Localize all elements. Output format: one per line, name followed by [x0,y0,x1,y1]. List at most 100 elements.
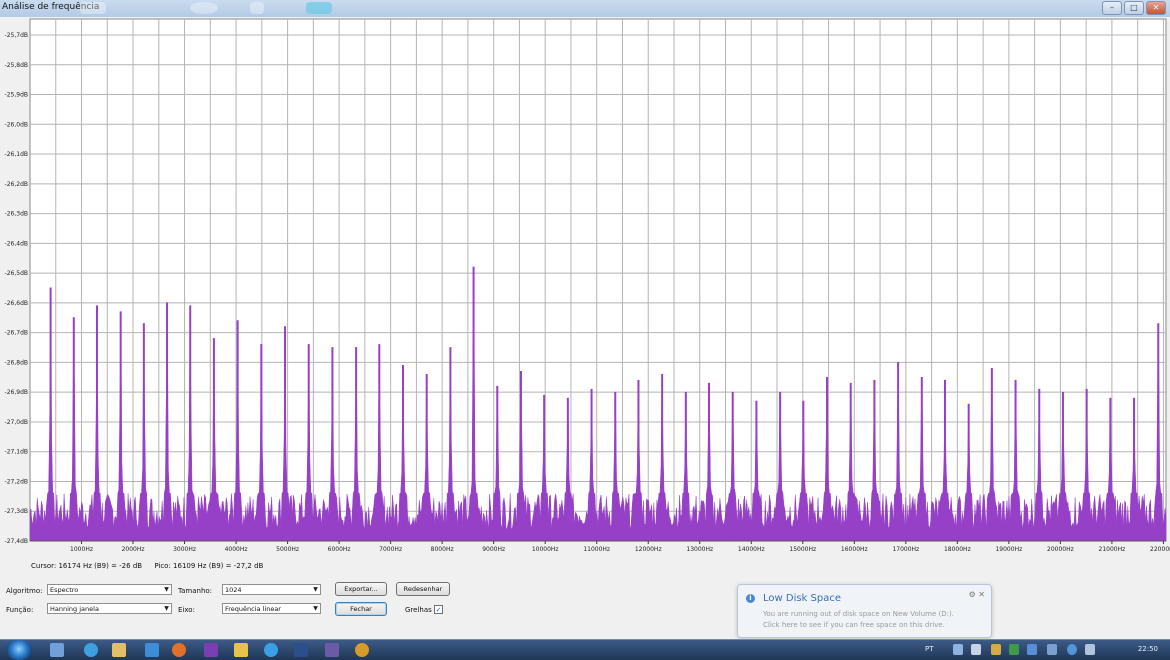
explorer-icon[interactable] [50,643,64,657]
chevron-down-icon: ▼ [164,605,169,612]
background-app-icon [80,2,106,14]
size-value: 1024 [225,586,242,594]
notification-title: Low Disk Space [763,593,842,604]
size-select[interactable]: 1024 ▼ [222,584,321,595]
x-tick-label: 16000Hz [841,546,868,553]
chevron-down-icon: ▼ [313,586,318,593]
axis-label: Eixo: [178,606,195,614]
notification-line: Click here to see if you can free space … [763,621,945,629]
low-disk-space-notification[interactable]: i Low Disk Space ⚙ ✕ You are running out… [737,584,992,638]
folder-icon[interactable] [234,643,248,657]
redraw-button[interactable]: Redesenhar [396,582,450,596]
tray-arrow-icon[interactable] [953,644,963,655]
tray-app-icon[interactable] [1067,644,1077,655]
function-select[interactable]: Hanning janela ▼ [47,603,172,614]
y-tick-label: -27,3dB [5,508,28,515]
algorithm-select[interactable]: Espectro ▼ [47,584,172,595]
y-tick-label: -25,7dB [5,32,28,39]
axis-select[interactable]: Frequência linear ▼ [222,603,321,614]
export-button[interactable]: Exportar... [335,582,387,596]
skype-icon[interactable] [264,643,278,657]
status-line: Cursor: 16174 Hz (B9) = -26 dB Pico: 161… [31,562,273,570]
background-app-icon [190,2,218,14]
size-label: Tamanho: [178,587,213,595]
x-tick-label: 19000Hz [995,546,1022,553]
y-tick-label: -25,8dB [5,62,28,69]
x-tick-label: 13000Hz [686,546,713,553]
minimize-icon[interactable]: – [1102,1,1122,15]
y-tick-label: -27,2dB [5,478,28,485]
headphones-icon[interactable] [355,643,369,657]
tray-drive-icon[interactable] [971,644,981,655]
app-icon[interactable] [294,643,308,657]
grid-checkbox[interactable]: ✓ [434,605,443,614]
tray-network-icon[interactable] [1027,644,1037,655]
y-tick-label: -26,3dB [5,211,28,218]
x-tick-label: 9000Hz [482,546,505,553]
grid-label: Grelhas [405,606,432,614]
info-icon: i [746,594,755,603]
function-label: Função: [6,606,34,614]
y-tick-label: -27,0dB [5,419,28,426]
notification-close-icon[interactable]: ⚙ ✕ [969,590,985,599]
y-tick-label: -25,9dB [5,92,28,99]
x-tick-label: 5000Hz [276,546,299,553]
y-tick-label: -26,1dB [5,151,28,158]
tray-flag-icon[interactable] [1085,644,1095,655]
y-tick-label: -26,9dB [5,389,28,396]
spectrum-chart-svg[interactable]: -25,7dB -25,8dB -25,9dB -26,0dB -26,1dB -26,2… [0,17,1170,557]
x-tick-label: 17000Hz [892,546,919,553]
browser-icon[interactable] [84,643,98,657]
x-tick-label: 4000Hz [225,546,248,553]
background-app-icon [250,2,264,14]
axis-value: Frequência linear [225,605,281,613]
y-tick-label: -26,2dB [5,181,28,188]
folder-icon[interactable] [112,643,126,657]
peak-readout: Pico: 16109 Hz (B9) = -27,2 dB [154,562,264,570]
x-tick-label: 14000Hz [738,546,765,553]
y-tick-label: -27,1dB [5,449,28,456]
x-tick-label: 7000Hz [379,546,402,553]
x-tick-label: 11000Hz [583,546,610,553]
y-tick-label: -26,7dB [5,330,28,337]
clock[interactable]: 22:50 [1138,645,1158,653]
taskbar: PT 22:50 [0,639,1170,660]
chevron-down-icon: ▼ [164,586,169,593]
spectrum-plot[interactable]: -25,7dB -25,8dB -25,9dB -26,0dB -26,1dB -26,2… [0,17,1170,557]
x-tick-label: 20000Hz [1047,546,1074,553]
x-tick-label: 1000Hz [70,546,93,553]
x-tick-label: 22000Hz [1150,546,1170,553]
algorithm-label: Algoritmo: [6,587,43,595]
close-icon[interactable]: ✕ [1146,1,1166,15]
x-tick-label: 2000Hz [122,546,145,553]
y-tick-label: -26,6dB [5,300,28,307]
start-button[interactable] [6,640,32,660]
media-icon[interactable] [145,643,159,657]
x-tick-label: 18000Hz [944,546,971,553]
y-tick-label: -26,0dB [5,121,28,128]
plot-background [29,18,1167,542]
x-tick-label: 10000Hz [532,546,559,553]
tray-volume-icon[interactable] [1047,644,1057,655]
y-tick-label: -27,4dB [5,538,28,545]
maximize-icon[interactable]: □ [1124,1,1144,15]
tray-app-icon[interactable] [1009,644,1019,655]
x-tick-label: 6000Hz [328,546,351,553]
audacity-icon[interactable] [325,643,339,657]
system-tray: PT 22:50 [925,640,1170,660]
x-tick-label: 15000Hz [789,546,816,553]
close-button[interactable]: Fechar [335,602,387,616]
chevron-down-icon: ▼ [313,605,318,612]
tray-app-icon[interactable] [991,644,1001,655]
app-icon[interactable] [204,643,218,657]
y-tick-label: -26,8dB [5,359,28,366]
background-app-icon [306,2,332,14]
window-titlebar: Análise de frequência – □ ✕ [0,0,1170,18]
function-value: Hanning janela [50,605,99,613]
x-tick-label: 3000Hz [173,546,196,553]
x-tick-label: 21000Hz [1099,546,1126,553]
cursor-readout: Cursor: 16174 Hz (B9) = -26 dB [31,562,143,570]
x-tick-label: 8000Hz [431,546,454,553]
firefox-icon[interactable] [172,643,186,657]
language-indicator[interactable]: PT [925,645,934,653]
